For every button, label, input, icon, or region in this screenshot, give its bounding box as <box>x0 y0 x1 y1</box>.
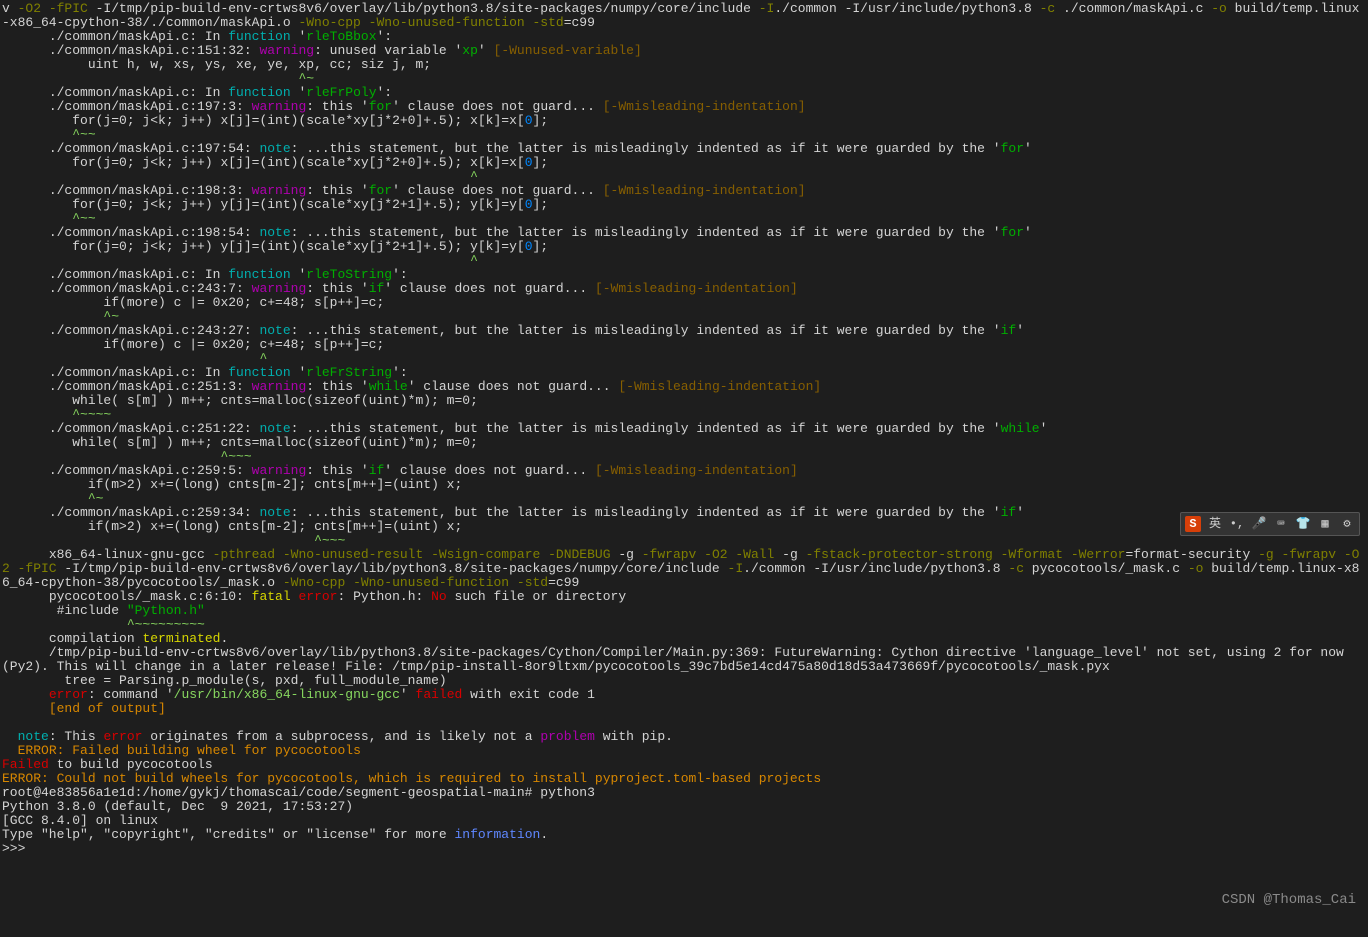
lang-indicator[interactable]: 英 <box>1207 516 1223 532</box>
toolbar-mic-icon[interactable]: 🎤 <box>1251 516 1267 532</box>
toolbar-skin-icon[interactable]: 👕 <box>1295 516 1311 532</box>
ime-icon[interactable]: S <box>1185 516 1201 532</box>
terminal-output[interactable]: v -O2 -fPIC -I/tmp/pip-build-env-crtws8v… <box>0 0 1368 858</box>
watermark: CSDN @Thomas_Cai <box>1222 893 1356 907</box>
toolbar-settings-icon[interactable]: ⚙ <box>1339 516 1355 532</box>
toolbar-keyboard-icon[interactable]: ⌨ <box>1273 516 1289 532</box>
toolbar-punct-icon[interactable]: •, <box>1229 516 1245 532</box>
ime-toolbar[interactable]: S 英 •, 🎤 ⌨ 👕 ▦ ⚙ <box>1180 512 1360 536</box>
python-prompt[interactable]: >>> <box>2 841 33 856</box>
toolbar-grid-icon[interactable]: ▦ <box>1317 516 1333 532</box>
